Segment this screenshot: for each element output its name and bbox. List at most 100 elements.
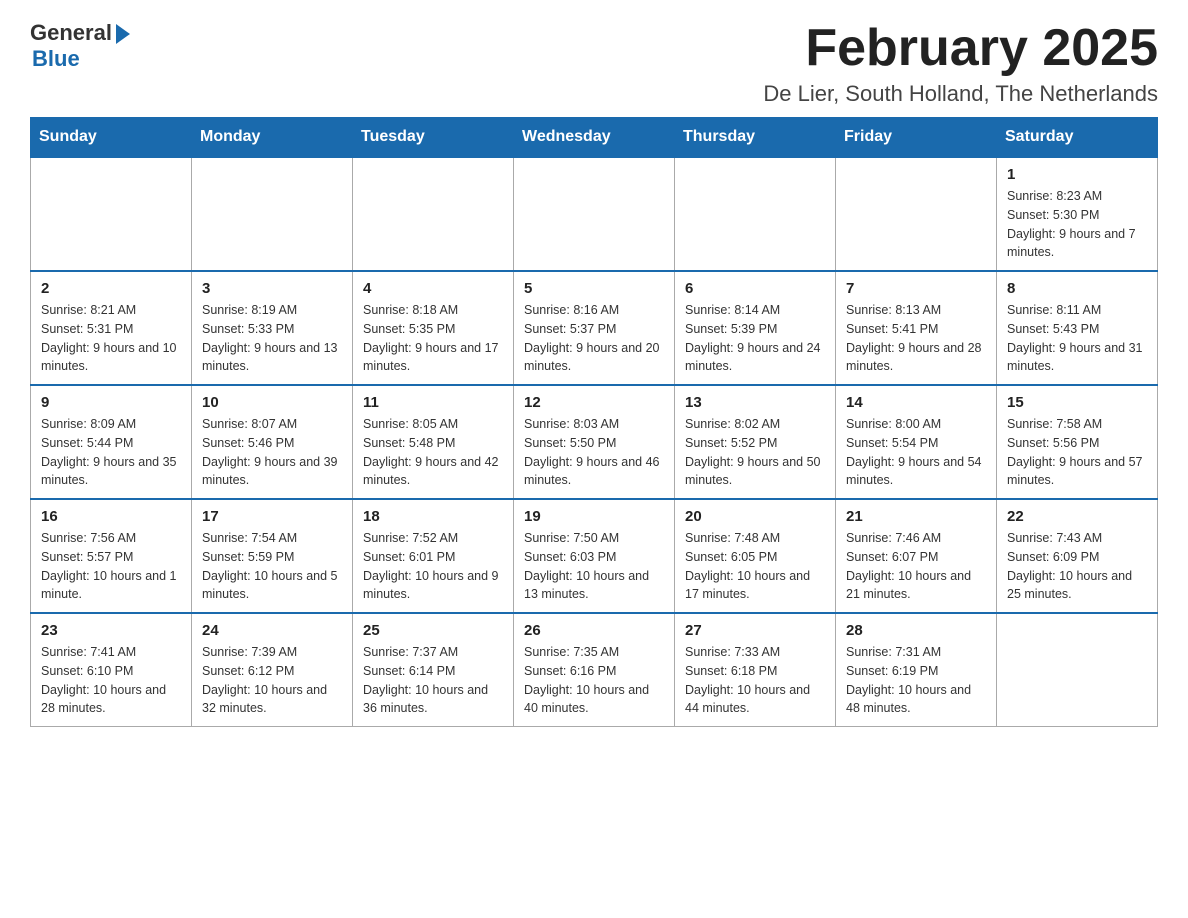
- calendar-cell: 24 Sunrise: 7:39 AMSunset: 6:12 PMDayligh…: [192, 613, 353, 727]
- day-number: 23: [41, 622, 181, 639]
- day-info: Sunrise: 8:16 AMSunset: 5:37 PMDaylight:…: [524, 301, 664, 376]
- day-number: 13: [685, 394, 825, 411]
- day-info: Sunrise: 7:37 AMSunset: 6:14 PMDaylight:…: [363, 643, 503, 718]
- calendar-cell: 14 Sunrise: 8:00 AMSunset: 5:54 PMDayligh…: [836, 385, 997, 499]
- day-header-monday: Monday: [192, 118, 353, 158]
- day-number: 9: [41, 394, 181, 411]
- calendar-cell: 4 Sunrise: 8:18 AMSunset: 5:35 PMDaylight…: [353, 271, 514, 385]
- location-subtitle: De Lier, South Holland, The Netherlands: [763, 81, 1158, 107]
- calendar-cell: 12 Sunrise: 8:03 AMSunset: 5:50 PMDayligh…: [514, 385, 675, 499]
- day-number: 19: [524, 508, 664, 525]
- calendar-cell: [675, 157, 836, 271]
- day-number: 24: [202, 622, 342, 639]
- day-info: Sunrise: 7:58 AMSunset: 5:56 PMDaylight:…: [1007, 415, 1147, 490]
- day-info: Sunrise: 7:33 AMSunset: 6:18 PMDaylight:…: [685, 643, 825, 718]
- day-info: Sunrise: 8:19 AMSunset: 5:33 PMDaylight:…: [202, 301, 342, 376]
- day-info: Sunrise: 8:03 AMSunset: 5:50 PMDaylight:…: [524, 415, 664, 490]
- day-number: 6: [685, 280, 825, 297]
- calendar-cell: 16 Sunrise: 7:56 AMSunset: 5:57 PMDayligh…: [31, 499, 192, 613]
- calendar-cell: 8 Sunrise: 8:11 AMSunset: 5:43 PMDaylight…: [997, 271, 1158, 385]
- month-title: February 2025: [763, 20, 1158, 77]
- day-header-saturday: Saturday: [997, 118, 1158, 158]
- day-header-sunday: Sunday: [31, 118, 192, 158]
- calendar-cell: 3 Sunrise: 8:19 AMSunset: 5:33 PMDaylight…: [192, 271, 353, 385]
- day-info: Sunrise: 7:52 AMSunset: 6:01 PMDaylight:…: [363, 529, 503, 604]
- calendar-cell: 19 Sunrise: 7:50 AMSunset: 6:03 PMDayligh…: [514, 499, 675, 613]
- day-info: Sunrise: 8:02 AMSunset: 5:52 PMDaylight:…: [685, 415, 825, 490]
- day-info: Sunrise: 8:14 AMSunset: 5:39 PMDaylight:…: [685, 301, 825, 376]
- day-number: 25: [363, 622, 503, 639]
- calendar-cell: [997, 613, 1158, 727]
- calendar-cell: 2 Sunrise: 8:21 AMSunset: 5:31 PMDaylight…: [31, 271, 192, 385]
- day-header-tuesday: Tuesday: [353, 118, 514, 158]
- day-number: 12: [524, 394, 664, 411]
- day-number: 8: [1007, 280, 1147, 297]
- day-number: 28: [846, 622, 986, 639]
- day-number: 7: [846, 280, 986, 297]
- calendar-cell: 26 Sunrise: 7:35 AMSunset: 6:16 PMDayligh…: [514, 613, 675, 727]
- day-number: 27: [685, 622, 825, 639]
- day-header-thursday: Thursday: [675, 118, 836, 158]
- day-info: Sunrise: 8:13 AMSunset: 5:41 PMDaylight:…: [846, 301, 986, 376]
- day-info: Sunrise: 7:39 AMSunset: 6:12 PMDaylight:…: [202, 643, 342, 718]
- day-number: 17: [202, 508, 342, 525]
- logo-arrow-icon: [116, 24, 130, 44]
- day-info: Sunrise: 8:11 AMSunset: 5:43 PMDaylight:…: [1007, 301, 1147, 376]
- day-info: Sunrise: 7:41 AMSunset: 6:10 PMDaylight:…: [41, 643, 181, 718]
- calendar-cell: 20Sunrise: 7:48 AMSunset: 6:05 PMDayligh…: [675, 499, 836, 613]
- calendar-cell: 10Sunrise: 8:07 AMSunset: 5:46 PMDayligh…: [192, 385, 353, 499]
- day-number: 11: [363, 394, 503, 411]
- calendar-cell: 17 Sunrise: 7:54 AMSunset: 5:59 PMDayligh…: [192, 499, 353, 613]
- day-info: Sunrise: 7:31 AMSunset: 6:19 PMDaylight:…: [846, 643, 986, 718]
- day-info: Sunrise: 7:48 AMSunset: 6:05 PMDaylight:…: [685, 529, 825, 604]
- calendar-week-row: 1Sunrise: 8:23 AMSunset: 5:30 PMDaylight…: [31, 157, 1158, 271]
- day-number: 4: [363, 280, 503, 297]
- day-info: Sunrise: 7:56 AMSunset: 5:57 PMDaylight:…: [41, 529, 181, 604]
- calendar-cell: 22 Sunrise: 7:43 AMSunset: 6:09 PMDayligh…: [997, 499, 1158, 613]
- day-number: 14: [846, 394, 986, 411]
- day-number: 3: [202, 280, 342, 297]
- day-number: 26: [524, 622, 664, 639]
- day-header-wednesday: Wednesday: [514, 118, 675, 158]
- calendar-week-row: 2 Sunrise: 8:21 AMSunset: 5:31 PMDaylight…: [31, 271, 1158, 385]
- logo: General Blue: [30, 20, 130, 72]
- day-info: Sunrise: 7:46 AMSunset: 6:07 PMDaylight:…: [846, 529, 986, 604]
- calendar-table: SundayMondayTuesdayWednesdayThursdayFrid…: [30, 117, 1158, 727]
- page-header: General Blue February 2025 De Lier, Sout…: [30, 20, 1158, 107]
- calendar-cell: [836, 157, 997, 271]
- calendar-cell: 28 Sunrise: 7:31 AMSunset: 6:19 PMDayligh…: [836, 613, 997, 727]
- calendar-cell: 5 Sunrise: 8:16 AMSunset: 5:37 PMDaylight…: [514, 271, 675, 385]
- logo-blue-text: Blue: [32, 46, 80, 72]
- day-number: 22: [1007, 508, 1147, 525]
- day-info: Sunrise: 8:21 AMSunset: 5:31 PMDaylight:…: [41, 301, 181, 376]
- day-number: 15: [1007, 394, 1147, 411]
- calendar-cell: 23 Sunrise: 7:41 AMSunset: 6:10 PMDayligh…: [31, 613, 192, 727]
- title-block: February 2025 De Lier, South Holland, Th…: [763, 20, 1158, 107]
- day-info: Sunrise: 8:09 AMSunset: 5:44 PMDaylight:…: [41, 415, 181, 490]
- calendar-cell: 18Sunrise: 7:52 AMSunset: 6:01 PMDayligh…: [353, 499, 514, 613]
- day-header-friday: Friday: [836, 118, 997, 158]
- calendar-week-row: 16 Sunrise: 7:56 AMSunset: 5:57 PMDayligh…: [31, 499, 1158, 613]
- day-info: Sunrise: 7:43 AMSunset: 6:09 PMDaylight:…: [1007, 529, 1147, 604]
- calendar-week-row: 9 Sunrise: 8:09 AMSunset: 5:44 PMDaylight…: [31, 385, 1158, 499]
- calendar-cell: 27 Sunrise: 7:33 AMSunset: 6:18 PMDayligh…: [675, 613, 836, 727]
- calendar-cell: [192, 157, 353, 271]
- calendar-cell: [353, 157, 514, 271]
- day-number: 16: [41, 508, 181, 525]
- day-info: Sunrise: 8:05 AMSunset: 5:48 PMDaylight:…: [363, 415, 503, 490]
- calendar-cell: 9 Sunrise: 8:09 AMSunset: 5:44 PMDaylight…: [31, 385, 192, 499]
- day-number: 5: [524, 280, 664, 297]
- day-info: Sunrise: 8:00 AMSunset: 5:54 PMDaylight:…: [846, 415, 986, 490]
- day-info: Sunrise: 7:54 AMSunset: 5:59 PMDaylight:…: [202, 529, 342, 604]
- calendar-cell: [31, 157, 192, 271]
- day-info: Sunrise: 7:50 AMSunset: 6:03 PMDaylight:…: [524, 529, 664, 604]
- day-info: Sunrise: 8:23 AMSunset: 5:30 PMDaylight:…: [1007, 187, 1147, 262]
- calendar-cell: 1Sunrise: 8:23 AMSunset: 5:30 PMDaylight…: [997, 157, 1158, 271]
- calendar-cell: 13 Sunrise: 8:02 AMSunset: 5:52 PMDayligh…: [675, 385, 836, 499]
- day-number: 2: [41, 280, 181, 297]
- calendar-cell: [514, 157, 675, 271]
- day-info: Sunrise: 8:18 AMSunset: 5:35 PMDaylight:…: [363, 301, 503, 376]
- day-info: Sunrise: 7:35 AMSunset: 6:16 PMDaylight:…: [524, 643, 664, 718]
- calendar-cell: 21Sunrise: 7:46 AMSunset: 6:07 PMDayligh…: [836, 499, 997, 613]
- calendar-cell: 11 Sunrise: 8:05 AMSunset: 5:48 PMDayligh…: [353, 385, 514, 499]
